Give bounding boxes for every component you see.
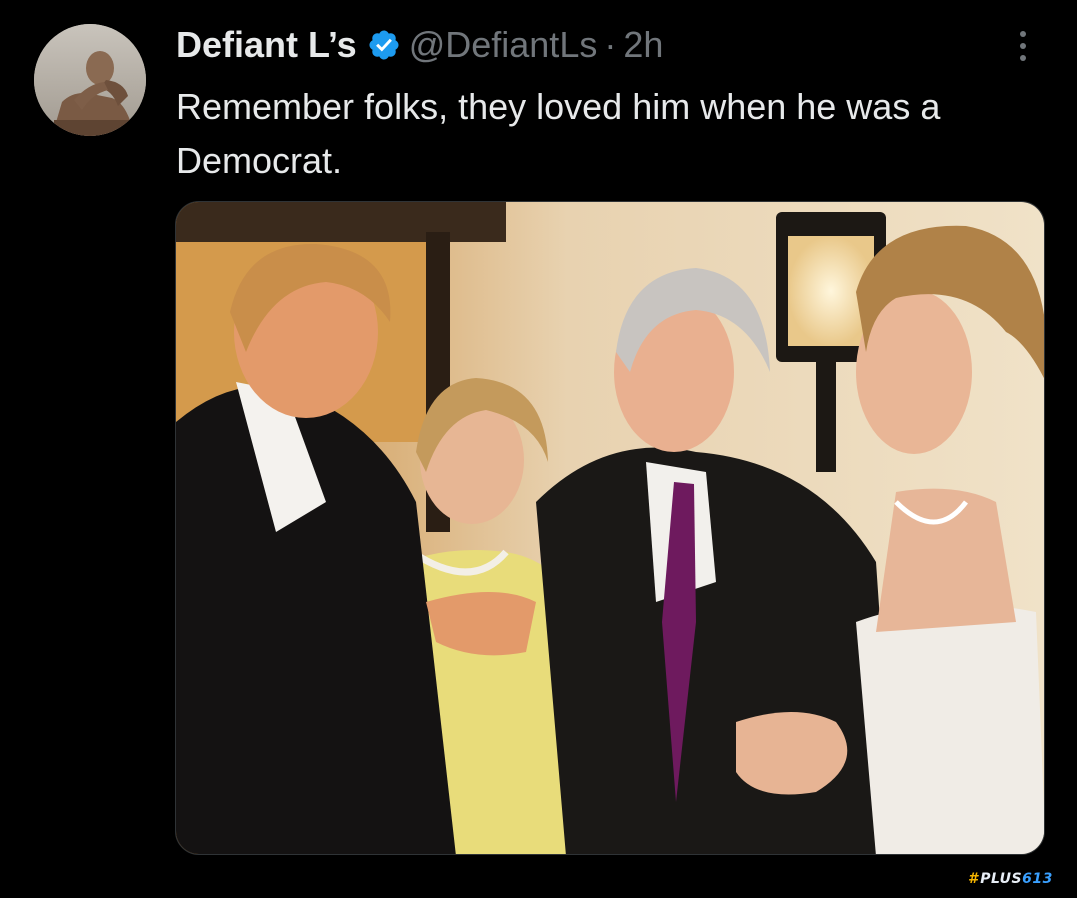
verified-badge-icon [367,28,401,62]
plus613-watermark: # PLUS 613 [968,866,1053,892]
author-display-name[interactable]: Defiant L’s [176,24,357,66]
more-dot [1020,43,1026,49]
photo-illustration [176,202,1044,854]
more-dot [1020,31,1026,37]
tweet-timestamp[interactable]: 2h [623,24,663,66]
watermark-hash: # [968,871,979,887]
more-dot [1020,55,1026,61]
tweet-container: Defiant L’s @DefiantLs · 2h Remember fol… [0,0,1077,898]
separator-dot: · [604,24,617,65]
tweet-text: Remember folks, they loved him when he w… [176,86,941,181]
watermark-number: 613 [1022,871,1053,887]
more-vertical-icon[interactable] [1006,26,1040,66]
author-handle[interactable]: @DefiantLs [409,24,598,66]
tweet-header: Defiant L’s @DefiantLs · 2h [176,22,663,68]
avatar-thinking-statue-icon [34,24,146,136]
author-avatar[interactable] [34,24,146,136]
watermark-text: PLUS [980,871,1023,887]
tweet-media-photo[interactable] [175,201,1045,855]
